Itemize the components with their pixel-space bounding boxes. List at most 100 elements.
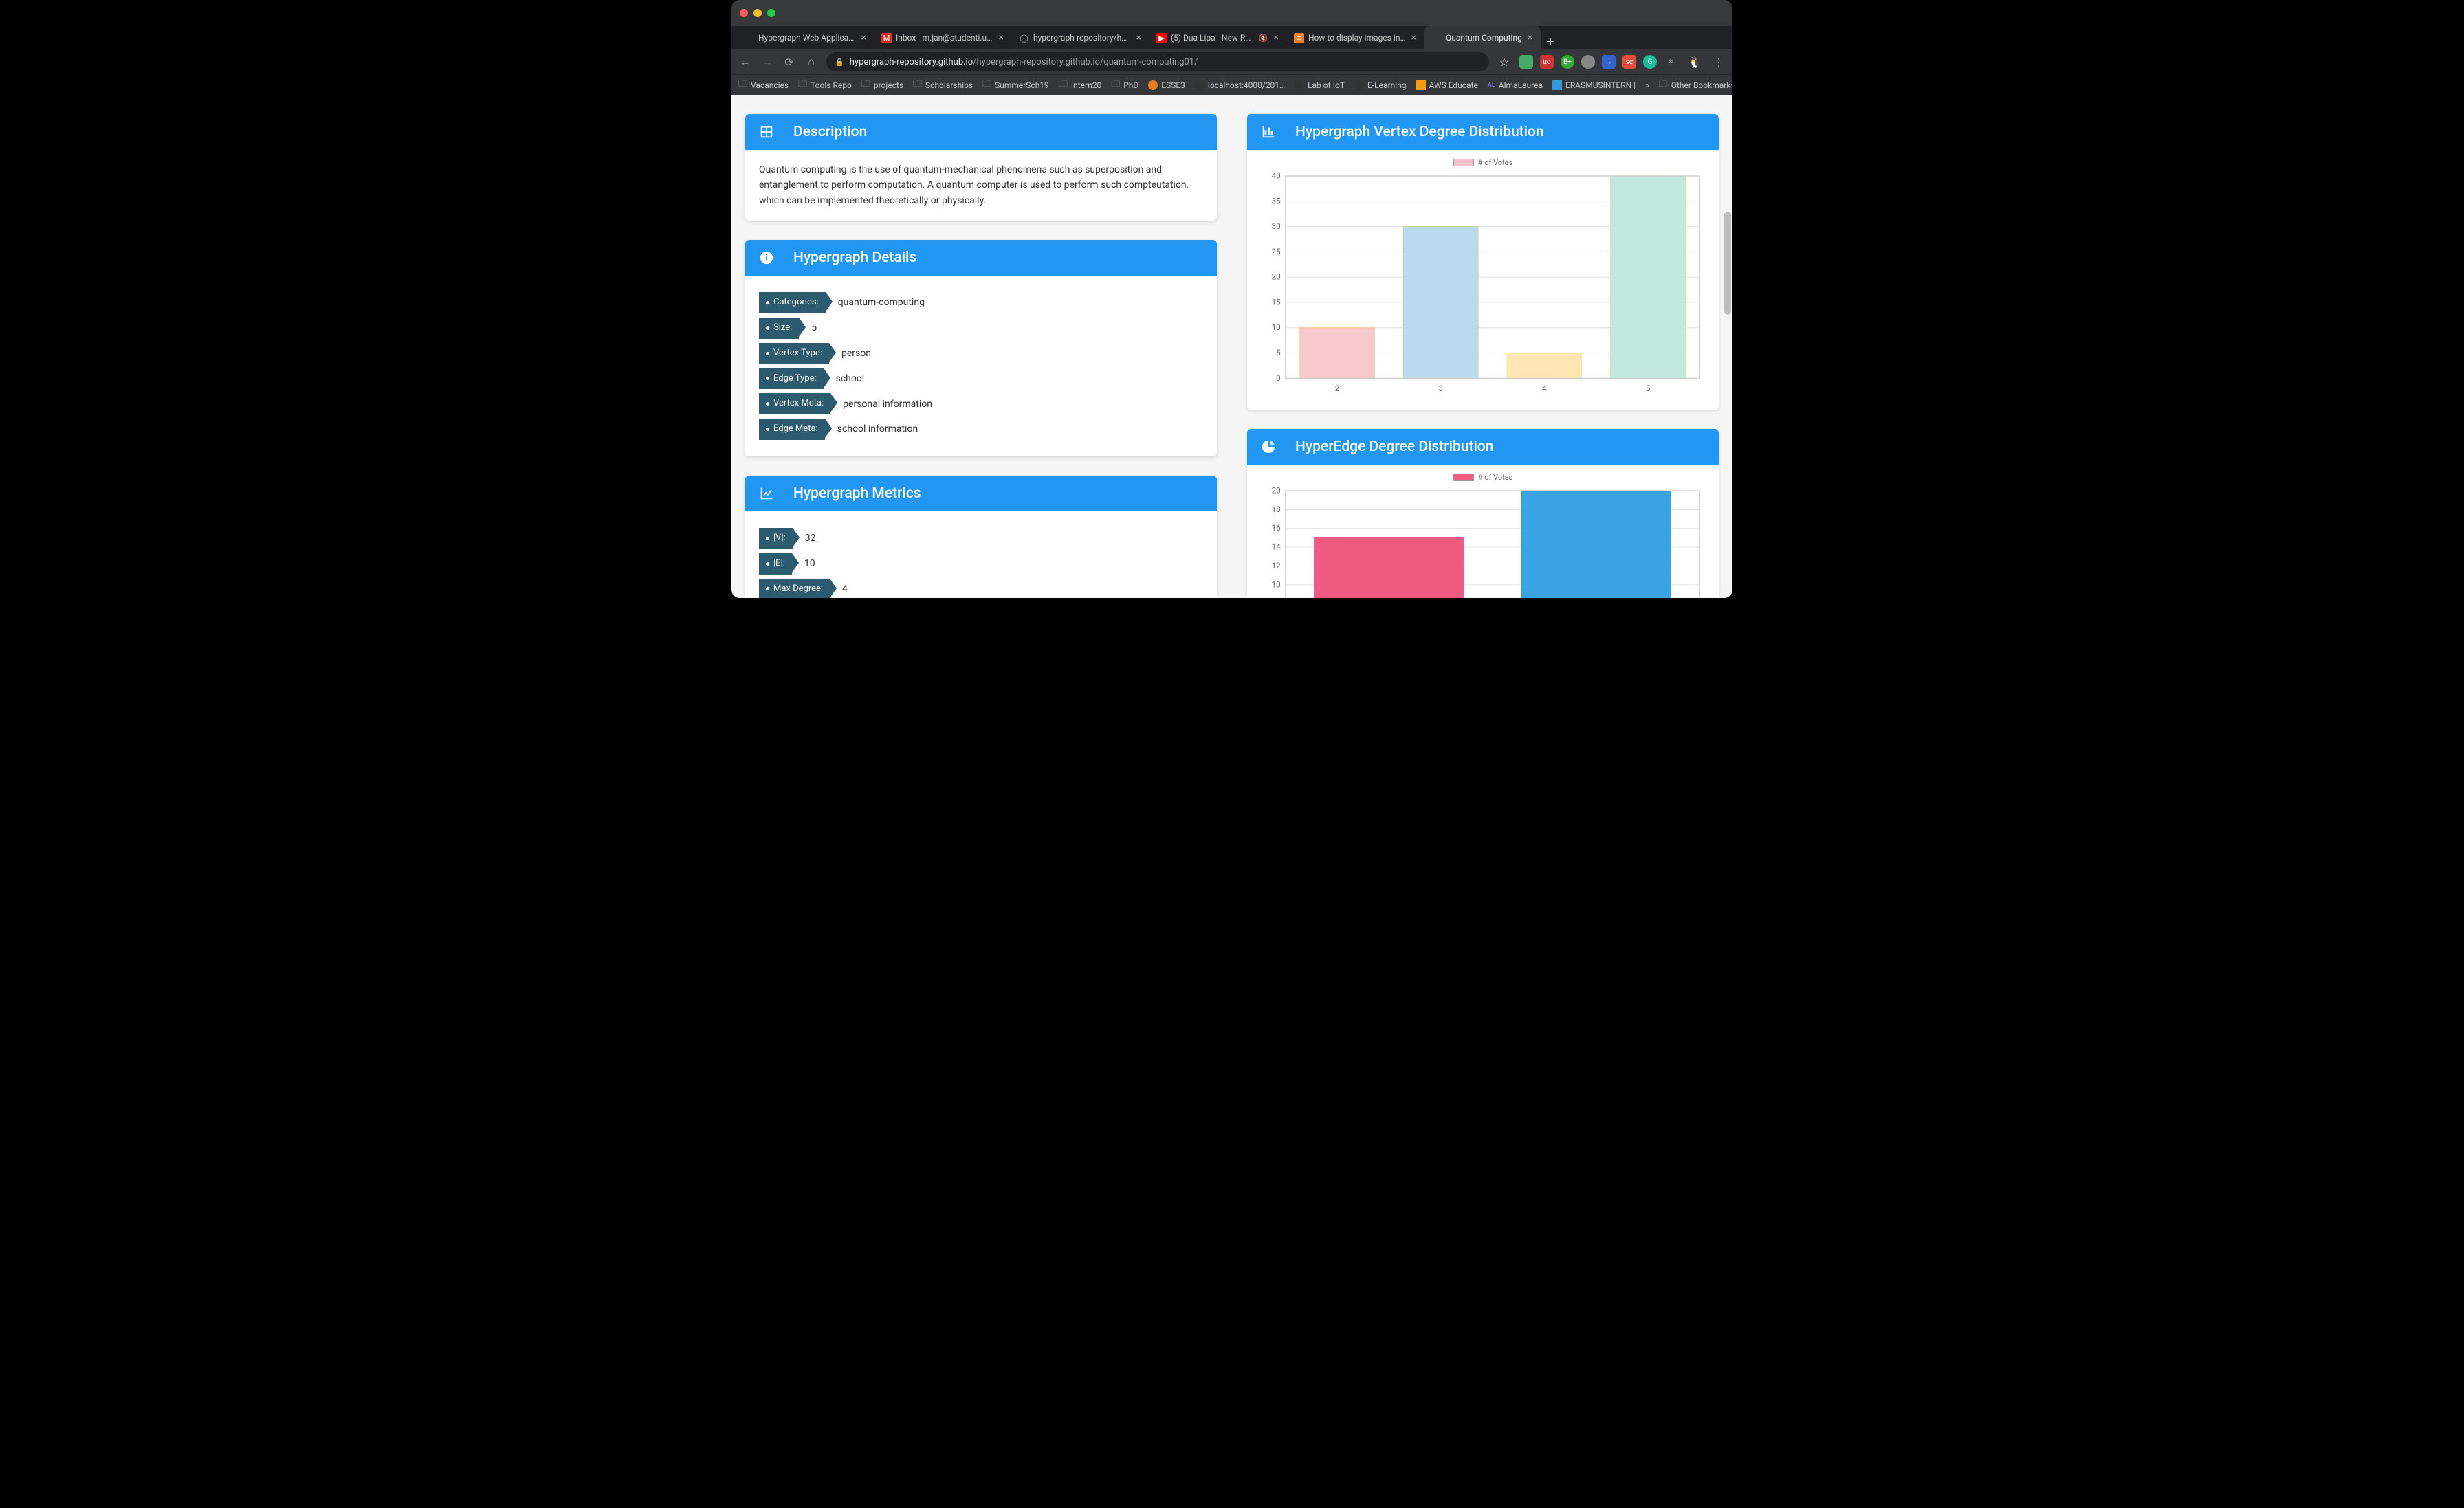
browser-tab[interactable]: Hypergraph Web Application × [737, 26, 874, 49]
bookmark-item[interactable]: 🗀 SummerSch19 [982, 78, 1049, 93]
tab-label: Hypergraph Web Application [758, 33, 856, 43]
hyperedge-degree-chart-title: HyperEdge Degree Distribution [1295, 439, 1493, 455]
traffic-lights [740, 9, 776, 17]
chart-bar [1403, 227, 1477, 379]
bookmark-item[interactable]: 🗀projects [861, 78, 903, 93]
close-tab-icon[interactable]: × [1410, 32, 1418, 43]
back-button[interactable]: ← [738, 55, 752, 69]
detail-value: 5 [811, 320, 817, 335]
ext-icon[interactable]: sc [1622, 55, 1636, 69]
new-tab-button[interactable]: + [1541, 33, 1559, 49]
bookmark-item[interactable]: ESSE3 [1148, 80, 1185, 90]
home-button[interactable]: ⌂ [804, 55, 818, 69]
detail-value: quantum-computing [838, 295, 925, 310]
details-title: Hypergraph Details [793, 250, 916, 266]
detail-row: Edge Meta: school information [759, 419, 1203, 440]
ext-icon[interactable]: ❄ [1664, 55, 1678, 69]
chart-svg: 68101214161820 [1258, 486, 1708, 598]
bookmark-item[interactable]: E-Learning [1354, 80, 1406, 90]
tab-label: Quantum Computing [1446, 33, 1522, 43]
ext-icon[interactable]: B+ [1561, 55, 1574, 69]
close-tab-icon[interactable]: × [998, 32, 1005, 43]
detail-row: |E|:10 [759, 553, 1203, 575]
close-tab-icon[interactable]: × [1526, 32, 1534, 43]
bookmark-item[interactable]: ALAlmaLaurea [1488, 80, 1543, 90]
address-bar[interactable]: 🔒 hypergraph-repository.github.io/hyperg… [826, 52, 1489, 71]
reload-button[interactable]: ⟳ [782, 56, 796, 69]
tab-label: hypergraph-repository/hypergra [1033, 33, 1131, 43]
tab-label: Inbox - m.jan@studenti.unisa.it - [896, 33, 993, 43]
svg-text:12: 12 [1272, 561, 1282, 570]
site-icon [1148, 80, 1158, 90]
browser-tab[interactable]: ▶(5) Dua Lipa - New Rules (S🔇× [1150, 26, 1287, 49]
bookmark-item[interactable]: 🗀Intern20 [1059, 78, 1101, 93]
bookmark-label: ERASMUSINTERN | [1565, 80, 1636, 90]
extension-icons: uo B+ → sc G ❄ [1519, 55, 1678, 69]
metrics-header: Hypergraph Metrics [745, 476, 1217, 511]
ext-icon[interactable]: → [1602, 55, 1616, 69]
close-tab-icon[interactable]: × [1135, 32, 1143, 43]
ext-icon[interactable] [1581, 55, 1595, 69]
browser-tab[interactable]: ≡How to display images in Markd× [1287, 26, 1424, 49]
folder-icon: 🗀 [982, 78, 991, 93]
svg-text:2: 2 [1335, 384, 1340, 393]
minimize-window-button[interactable] [754, 9, 762, 17]
bookmark-item[interactable]: AWS Educate [1416, 80, 1478, 90]
svg-text:40: 40 [1272, 171, 1281, 181]
svg-text:0: 0 [1276, 373, 1281, 383]
scrollbar[interactable] [1723, 95, 1732, 598]
site-icon [1195, 80, 1204, 90]
svg-text:20: 20 [1272, 486, 1281, 496]
ext-icon[interactable]: uo [1540, 55, 1554, 69]
profile-avatar[interactable]: 🐧 [1686, 54, 1704, 69]
svg-text:5: 5 [1276, 348, 1281, 357]
mute-icon: 🔇 [1259, 34, 1268, 43]
bookmark-label: SummerSch19 [995, 80, 1049, 90]
bookmark-label: PhD [1123, 80, 1138, 90]
bookmark-label: AWS Educate [1429, 80, 1478, 90]
vertex-degree-chart-card: Hypergraph Vertex Degree Distribution # … [1247, 114, 1719, 410]
folder-icon: 🗀 [913, 78, 922, 93]
folder-icon: 🗀 [1059, 78, 1068, 93]
bookmark-item[interactable]: ERASMUSINTERN | [1552, 80, 1636, 90]
info-icon [759, 250, 774, 265]
detail-label: Edge Meta: [759, 419, 825, 440]
detail-value: school information [837, 421, 918, 436]
browser-tab[interactable]: Quantum Computing × [1424, 26, 1541, 49]
menu-button[interactable]: ⋮ [1712, 56, 1726, 69]
chart-bar [1507, 353, 1581, 379]
chart-legend: # of Votes [1258, 158, 1708, 167]
chart-bar [1611, 176, 1685, 378]
bookmark-item[interactable]: Lab of IoT [1295, 80, 1345, 90]
folder-icon: 🗀 [861, 78, 870, 93]
vertex-degree-chart-title: Hypergraph Vertex Degree Distribution [1295, 124, 1544, 140]
other-bookmarks[interactable]: 🗀Other Bookmarks [1659, 78, 1732, 93]
ext-icon[interactable]: G [1643, 55, 1657, 69]
maximize-window-button[interactable] [767, 9, 776, 17]
bookmark-label: Intern20 [1071, 80, 1101, 90]
close-window-button[interactable] [740, 9, 748, 17]
close-tab-icon[interactable]: × [860, 32, 868, 43]
legend-label: # of Votes [1478, 158, 1512, 167]
forward-button[interactable]: → [760, 55, 774, 69]
tab-strip: Hypergraph Web Application×MInbox - m.ja… [732, 26, 1732, 49]
lock-icon: 🔒 [835, 58, 844, 67]
bookmark-item[interactable]: 🗀Scholarships [913, 78, 973, 93]
folder-icon: 🗀 [798, 78, 807, 93]
svg-text:20: 20 [1272, 272, 1281, 282]
close-tab-icon[interactable]: × [1273, 32, 1280, 43]
scrollbar-thumb[interactable] [1724, 212, 1731, 315]
star-icon[interactable]: ☆ [1497, 56, 1511, 69]
browser-tab[interactable]: ◯hypergraph-repository/hypergra× [1012, 26, 1150, 49]
svg-text:18: 18 [1272, 504, 1281, 514]
url-host: hypergraph-repository.github.io [850, 57, 973, 67]
browser-tab[interactable]: MInbox - m.jan@studenti.unisa.it -× [874, 26, 1012, 49]
bookmarks-overflow[interactable]: » [1645, 80, 1649, 90]
ext-icon[interactable] [1519, 55, 1533, 69]
bookmark-item[interactable]: 🗀Vacancies [738, 78, 789, 93]
bookmark-label: E-Learning [1367, 80, 1406, 90]
bookmark-item[interactable]: localhost:4000/201… [1195, 80, 1285, 90]
bookmark-item[interactable]: 🗀PhD [1111, 78, 1138, 93]
detail-row: Max Degree:4 [759, 579, 1203, 598]
bookmark-item[interactable]: 🗀Tools Repo [798, 78, 852, 93]
